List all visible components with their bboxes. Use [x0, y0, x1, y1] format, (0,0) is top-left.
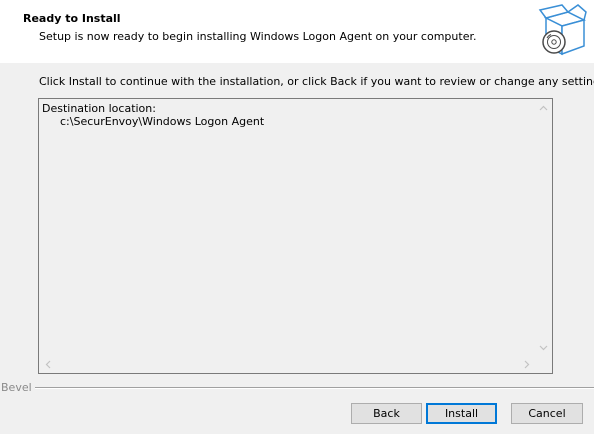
install-button[interactable]: Install: [426, 403, 497, 424]
bevel-divider: [30, 387, 594, 389]
vertical-scrollbar[interactable]: [535, 99, 552, 356]
bevel-label: Bevel: [1, 381, 35, 394]
back-button[interactable]: Back: [351, 403, 422, 424]
page-subtitle: Setup is now ready to begin installing W…: [39, 30, 477, 43]
summary-content: Destination location: c:\SecurEnvoy\Wind…: [42, 102, 532, 354]
page-title: Ready to Install: [23, 12, 121, 25]
summary-line-destination-label: Destination location:: [42, 102, 156, 115]
scroll-left-icon[interactable]: [39, 356, 56, 373]
install-box-icon: [538, 4, 588, 58]
cancel-button[interactable]: Cancel: [511, 403, 583, 424]
summary-line-destination-path: c:\SecurEnvoy\Windows Logon Agent: [60, 115, 265, 128]
scroll-down-icon[interactable]: [535, 339, 552, 356]
scroll-right-icon[interactable]: [518, 356, 535, 373]
scrollbar-corner: [535, 356, 552, 373]
wizard-header: Ready to Install Setup is now ready to b…: [0, 0, 594, 63]
instruction-text: Click Install to continue with the insta…: [39, 75, 594, 88]
horizontal-scrollbar[interactable]: [39, 356, 535, 373]
scroll-up-icon[interactable]: [535, 99, 552, 116]
ready-summary-memo[interactable]: Destination location: c:\SecurEnvoy\Wind…: [38, 98, 553, 374]
